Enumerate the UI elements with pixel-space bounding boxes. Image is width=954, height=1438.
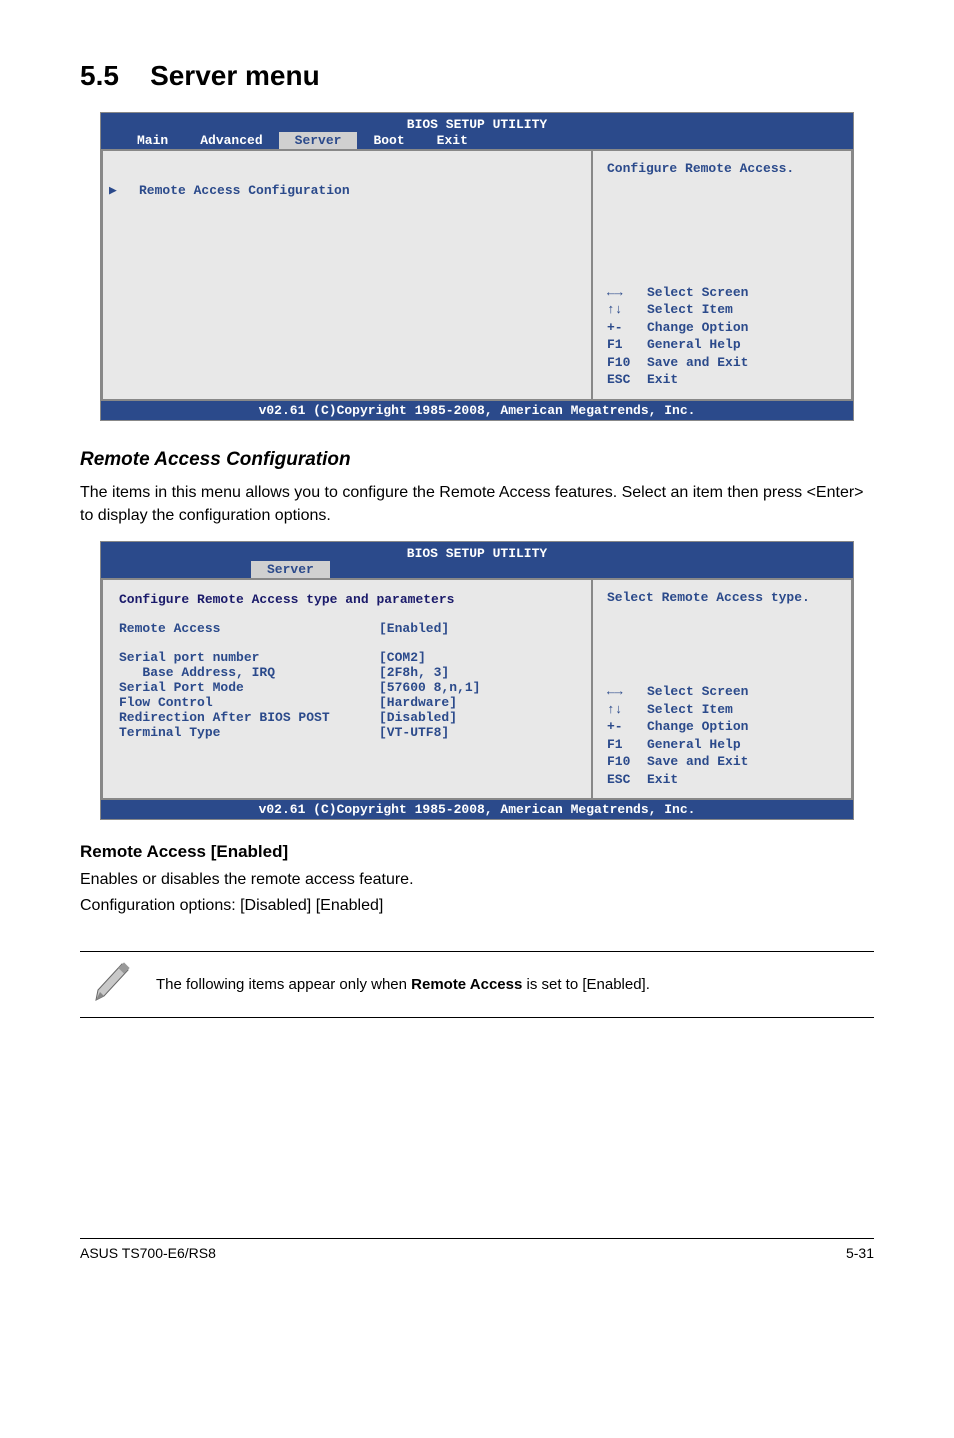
bios-screen-remote-access: BIOS SETUP UTILITY Server Configure Remo… (100, 541, 854, 820)
bios-copyright: v02.61 (C)Copyright 1985-2008, American … (101, 401, 853, 420)
key-legend: ←→Select Screen ↑↓Select Item +-Change O… (607, 284, 837, 389)
bios-header: BIOS SETUP UTILITY Server (101, 542, 853, 578)
bios-copyright: v02.61 (C)Copyright 1985-2008, American … (101, 800, 853, 819)
bios-tab-exit[interactable]: Exit (421, 132, 484, 149)
config-row: Remote Access[Enabled] (119, 621, 575, 636)
key-desc: Exit (647, 371, 678, 389)
key-label: ←→ (607, 284, 647, 302)
key-legend: ←→Select Screen ↑↓Select Item +-Change O… (607, 683, 837, 788)
config-value[interactable]: [Enabled] (379, 621, 449, 636)
bios-screen-server-menu: BIOS SETUP UTILITY Main Advanced Server … (100, 112, 854, 421)
config-row: Redirection After BIOS POST[Disabled] (119, 710, 575, 725)
menu-item-remote-access-config[interactable]: Remote Access Configuration (119, 183, 350, 198)
note-bold: Remote Access (411, 976, 522, 993)
key-desc: General Help (647, 336, 741, 354)
key-label: ↑↓ (607, 301, 647, 319)
section-title-text: Server menu (150, 60, 320, 91)
config-row: Terminal Type[VT-UTF8] (119, 725, 575, 740)
config-label[interactable]: Remote Access (119, 621, 379, 636)
section-number: 5.5 (80, 60, 119, 91)
key-desc: Exit (647, 771, 678, 789)
panel-heading: Configure Remote Access type and paramet… (119, 592, 575, 607)
note-post: is set to [Enabled]. (522, 976, 650, 993)
config-value[interactable]: [Hardware] (379, 695, 457, 710)
bios-menu-bar: Server (101, 561, 853, 578)
key-label: ←→ (607, 683, 647, 701)
key-label: F10 (607, 753, 647, 771)
subsection-description: The items in this menu allows you to con… (80, 481, 874, 527)
config-value: [2F8h, 3] (379, 665, 449, 680)
key-desc: Select Screen (647, 683, 748, 701)
config-label[interactable]: Flow Control (119, 695, 379, 710)
bios-title: BIOS SETUP UTILITY (101, 117, 853, 132)
option-desc-line1: Enables or disables the remote access fe… (80, 868, 874, 891)
footer-page-number: 5-31 (846, 1245, 874, 1261)
config-label[interactable]: Redirection After BIOS POST (119, 710, 379, 725)
key-desc: Select Screen (647, 284, 748, 302)
config-label[interactable]: Serial port number (119, 650, 379, 665)
bios-tab-advanced[interactable]: Advanced (184, 132, 278, 149)
footer-product: ASUS TS700-E6/RS8 (80, 1245, 216, 1261)
key-desc: Save and Exit (647, 753, 748, 771)
key-desc: Change Option (647, 319, 748, 337)
key-desc: Change Option (647, 718, 748, 736)
bios-tab-server[interactable]: Server (251, 561, 330, 578)
option-desc-line2: Configuration options: [Disabled] [Enabl… (80, 894, 874, 917)
subsection-heading: Remote Access Configuration (80, 449, 874, 471)
config-row: Serial Port Mode[57600 8,n,1] (119, 680, 575, 695)
key-desc: Select Item (647, 301, 733, 319)
config-label[interactable]: Terminal Type (119, 725, 379, 740)
page-footer: ASUS TS700-E6/RS8 5-31 (80, 1238, 874, 1261)
bios-tab-main[interactable]: Main (121, 132, 184, 149)
config-value[interactable]: [COM2] (379, 650, 426, 665)
config-label: Base Address, IRQ (119, 665, 379, 680)
config-value[interactable]: [VT-UTF8] (379, 725, 449, 740)
config-row: Flow Control[Hardware] (119, 695, 575, 710)
submenu-arrow-icon: ▶ (109, 183, 117, 198)
key-label: +- (607, 718, 647, 736)
bios-main-panel: Configure Remote Access type and paramet… (101, 578, 591, 800)
config-value[interactable]: [Disabled] (379, 710, 457, 725)
key-desc: Save and Exit (647, 354, 748, 372)
config-value[interactable]: [57600 8,n,1] (379, 680, 480, 695)
help-text: Select Remote Access type. (607, 590, 837, 605)
option-heading: Remote Access [Enabled] (80, 842, 874, 862)
bios-help-panel: Select Remote Access type. ←→Select Scre… (591, 578, 853, 800)
section-heading: 5.5 Server menu (80, 60, 874, 92)
key-label: ↑↓ (607, 701, 647, 719)
key-label: +- (607, 319, 647, 337)
pencil-note-icon (80, 960, 156, 1009)
help-text: Configure Remote Access. (607, 161, 837, 176)
note-pre: The following items appear only when (156, 976, 411, 993)
bios-header: BIOS SETUP UTILITY Main Advanced Server … (101, 113, 853, 149)
bios-main-panel: ▶ Remote Access Configuration (101, 149, 591, 401)
key-label: ESC (607, 771, 647, 789)
bios-title: BIOS SETUP UTILITY (101, 546, 853, 561)
key-label: F1 (607, 336, 647, 354)
key-desc: Select Item (647, 701, 733, 719)
bios-help-panel: Configure Remote Access. ←→Select Screen… (591, 149, 853, 401)
key-label: F1 (607, 736, 647, 754)
bios-tab-server[interactable]: Server (279, 132, 358, 149)
key-label: ESC (607, 371, 647, 389)
bios-menu-bar: Main Advanced Server Boot Exit (101, 132, 853, 149)
key-desc: General Help (647, 736, 741, 754)
config-label[interactable]: Serial Port Mode (119, 680, 379, 695)
config-row: Serial port number[COM2] (119, 650, 575, 665)
key-label: F10 (607, 354, 647, 372)
note-text: The following items appear only when Rem… (156, 976, 650, 993)
config-row: Base Address, IRQ[2F8h, 3] (119, 665, 575, 680)
bios-tab-boot[interactable]: Boot (357, 132, 420, 149)
note-callout: The following items appear only when Rem… (80, 951, 874, 1018)
